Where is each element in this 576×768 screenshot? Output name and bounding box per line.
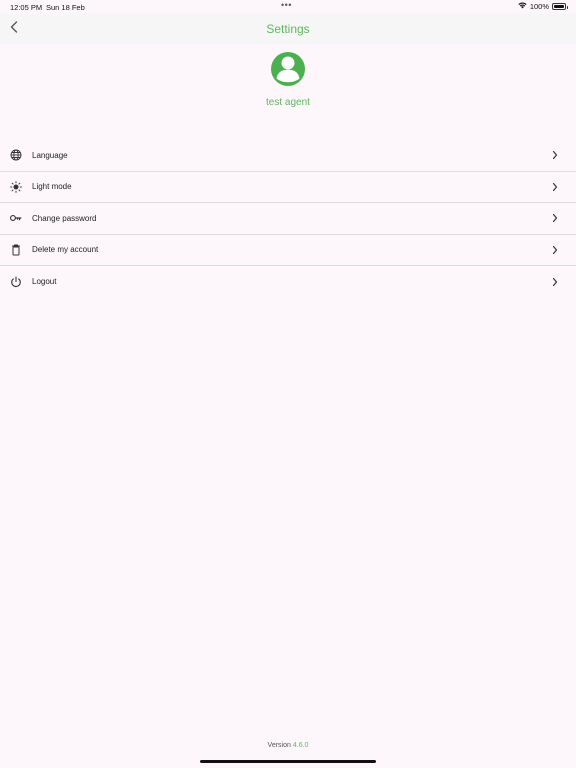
version-label: Version	[267, 742, 291, 749]
menu-item-change-password[interactable]: Change password	[0, 203, 576, 235]
menu-item-label: Logout	[32, 277, 57, 287]
battery-percent: 100%	[529, 2, 549, 11]
battery-fill	[554, 5, 564, 8]
chevron-right-icon	[552, 277, 558, 287]
status-bar: 12:05 PM Sun 18 Feb ••• 100%	[0, 0, 576, 14]
avatar	[271, 52, 305, 86]
menu-item-label: Change password	[32, 213, 97, 223]
menu-item-language[interactable]: Language	[0, 140, 576, 172]
trash-icon	[10, 244, 22, 256]
settings-menu: Language Light mode Change password Dele…	[0, 140, 576, 298]
globe-icon	[10, 149, 22, 161]
battery-icon	[552, 3, 568, 10]
wifi-icon	[518, 2, 527, 11]
home-indicator[interactable]	[200, 760, 376, 763]
chevron-right-icon	[552, 182, 558, 192]
menu-item-label: Light mode	[32, 182, 72, 192]
menu-item-label: Delete my account	[32, 245, 99, 255]
chevron-right-icon	[552, 150, 558, 160]
multitasking-dots[interactable]: •••	[281, 0, 292, 10]
menu-item-label: Language	[32, 150, 68, 160]
power-icon	[10, 276, 22, 288]
profile-section: test agent	[0, 52, 576, 108]
username: test agent	[266, 97, 310, 108]
menu-item-logout[interactable]: Logout	[0, 266, 576, 298]
sun-icon	[10, 180, 22, 193]
navigation-bar: Settings	[0, 14, 576, 44]
menu-item-light-mode[interactable]: Light mode	[0, 172, 576, 203]
chevron-right-icon	[552, 213, 558, 223]
app-version: Version 4.6.0	[0, 742, 576, 749]
menu-item-delete-account[interactable]: Delete my account	[0, 235, 576, 266]
page-title: Settings	[266, 22, 310, 36]
user-avatar-icon	[271, 52, 305, 86]
status-date: Sun 18 Feb	[46, 3, 85, 12]
chevron-right-icon	[552, 245, 558, 255]
key-icon	[10, 212, 22, 224]
status-right: 100%	[518, 2, 568, 11]
status-time: 12:05 PM	[10, 3, 43, 12]
version-number: 4.6.0	[292, 742, 309, 749]
